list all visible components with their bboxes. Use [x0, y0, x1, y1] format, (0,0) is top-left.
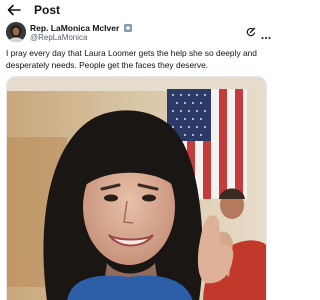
more-icon[interactable] [261, 27, 271, 39]
post-author: Rep. LaMonica McIver @RepLaMonica [6, 22, 271, 44]
photo-illustration [7, 77, 266, 300]
top-bar: Post [0, 0, 273, 20]
author-handle[interactable]: @RepLaMonica [30, 33, 87, 43]
government-badge-icon [123, 24, 132, 32]
back-arrow-icon[interactable] [6, 3, 22, 17]
tweet-text: I pray every day that Laura Loomer gets … [6, 48, 257, 70]
author-name-link[interactable]: Rep. LaMonica McIver [30, 23, 132, 33]
author-name: Rep. LaMonica McIver [30, 23, 120, 33]
post-photo[interactable] [6, 76, 267, 300]
avatar[interactable] [6, 22, 26, 42]
grok-icon[interactable] [246, 24, 256, 37]
page-title: Post [34, 3, 61, 17]
